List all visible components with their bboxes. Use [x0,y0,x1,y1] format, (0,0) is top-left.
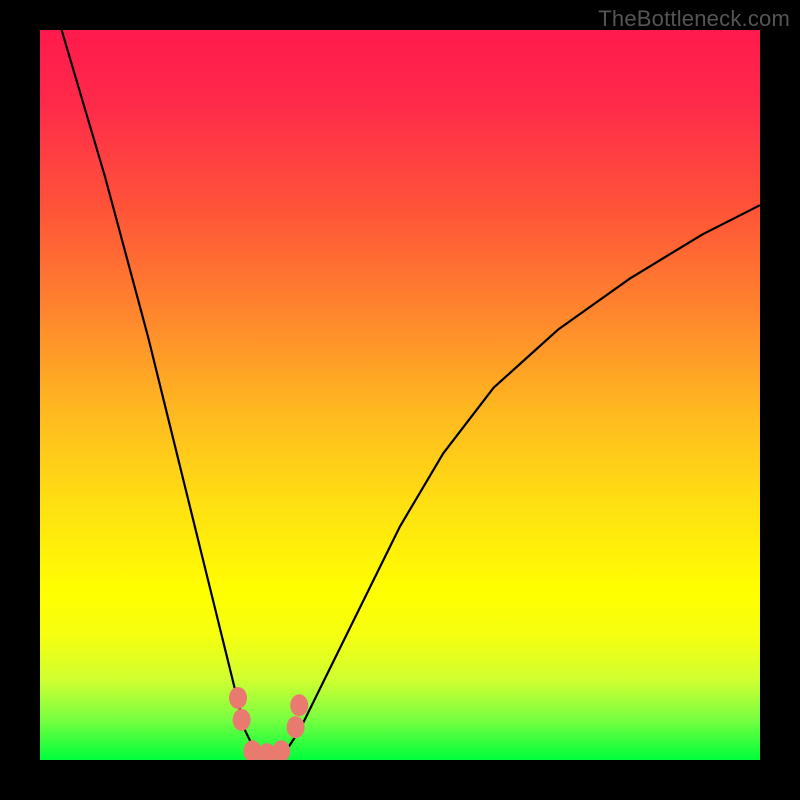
bottleneck-curve-right [285,205,760,753]
chart-frame: TheBottleneck.com [0,0,800,800]
marker-right-marker-lower [287,716,305,738]
marker-right-marker-upper [290,694,308,716]
watermark-text: TheBottleneck.com [598,6,790,32]
data-markers [229,687,308,760]
marker-floor-marker-3 [272,740,290,760]
bottleneck-curve-left [62,30,256,753]
marker-left-marker-lower [233,709,251,731]
plot-area [40,30,760,760]
curve-layer [40,30,760,760]
marker-left-marker-upper [229,687,247,709]
